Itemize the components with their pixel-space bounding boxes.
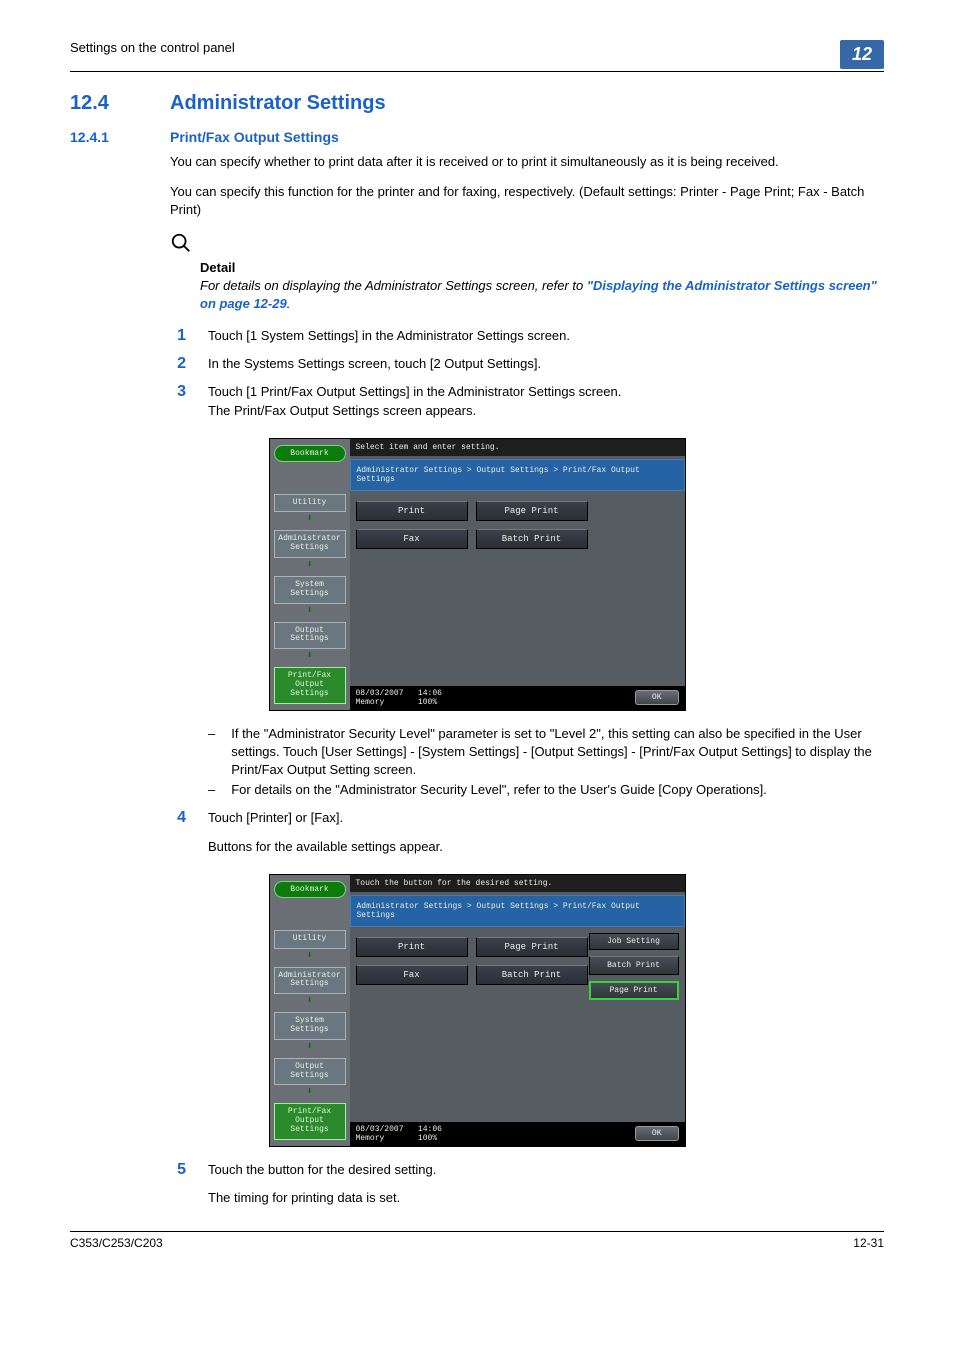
- step-text: In the Systems Settings screen, touch [2…: [208, 355, 884, 373]
- screenshot-panel-1: Bookmark Utility ⬇ Administrator Setting…: [269, 438, 686, 711]
- fax-value: Batch Print: [476, 529, 588, 549]
- step-number: 5: [170, 1161, 186, 1179]
- arrow-down-icon: ⬇: [274, 995, 346, 1007]
- print-value: Page Print: [476, 501, 588, 521]
- header-section-path: Settings on the control panel: [70, 40, 235, 55]
- section-title: Administrator Settings: [170, 92, 386, 115]
- job-setting-header: Job Setting: [589, 933, 679, 950]
- nav-system-settings[interactable]: System Settings: [274, 1012, 346, 1040]
- print-button[interactable]: Print: [356, 937, 468, 957]
- nav-admin[interactable]: Administrator Settings: [274, 530, 346, 558]
- arrow-down-icon: ⬇: [274, 1041, 346, 1053]
- step-subtext: Buttons for the available settings appea…: [208, 838, 884, 856]
- step-text: Touch [Printer] or [Fax].: [208, 809, 884, 827]
- step-subtext: The timing for printing data is set.: [208, 1189, 884, 1207]
- batch-print-option[interactable]: Batch Print: [589, 956, 679, 975]
- detail-text: For details on displaying the Administra…: [200, 277, 884, 313]
- bookmark-button[interactable]: Bookmark: [274, 445, 346, 462]
- footer-page-number: 12-31: [853, 1236, 884, 1250]
- fax-value: Batch Print: [476, 965, 588, 985]
- nav-system-settings[interactable]: System Settings: [274, 576, 346, 604]
- screen-breadcrumb: Administrator Settings > Output Settings…: [350, 459, 685, 491]
- detail-heading: Detail: [200, 260, 884, 275]
- arrow-down-icon: ⬇: [274, 559, 346, 571]
- ok-button[interactable]: OK: [635, 1126, 679, 1141]
- step-text: Touch the button for the desired setting…: [208, 1161, 884, 1179]
- subsection-title: Print/Fax Output Settings: [170, 129, 339, 145]
- section-number: 12.4: [70, 92, 140, 115]
- arrow-down-icon: ⬇: [274, 1086, 346, 1098]
- nav-output-settings[interactable]: Output Settings: [274, 1058, 346, 1086]
- step-text: Touch [1 Print/Fax Output Settings] in t…: [208, 383, 884, 419]
- step-item: 2 In the Systems Settings screen, touch …: [170, 355, 884, 373]
- screen-breadcrumb: Administrator Settings > Output Settings…: [350, 895, 685, 927]
- arrow-down-icon: ⬇: [274, 650, 346, 662]
- step-text: Touch [1 System Settings] in the Adminis…: [208, 327, 884, 345]
- step-item: 1 Touch [1 System Settings] in the Admin…: [170, 327, 884, 345]
- print-button[interactable]: Print: [356, 501, 468, 521]
- nav-output-settings[interactable]: Output Settings: [274, 622, 346, 650]
- step-item: 4 Touch [Printer] or [Fax].: [170, 809, 884, 827]
- step-item: 3 Touch [1 Print/Fax Output Settings] in…: [170, 383, 884, 419]
- footer-meta: 08/03/2007 14:06 Memory 100%: [356, 689, 442, 707]
- step-number: 3: [170, 383, 186, 401]
- nav-utility[interactable]: Utility: [274, 494, 346, 513]
- step-number: 2: [170, 355, 186, 373]
- nav-admin[interactable]: Administrator Settings: [274, 967, 346, 995]
- subsection-number: 12.4.1: [70, 129, 140, 145]
- arrow-down-icon: ⬇: [274, 950, 346, 962]
- section-heading: 12.4 Administrator Settings: [70, 92, 884, 115]
- body-paragraph: You can specify whether to print data af…: [170, 153, 884, 171]
- ok-button[interactable]: OK: [635, 690, 679, 705]
- subsection-heading: 12.4.1 Print/Fax Output Settings: [70, 129, 884, 145]
- step-number: 1: [170, 327, 186, 345]
- fax-button[interactable]: Fax: [356, 529, 468, 549]
- screen-prompt: Select item and enter setting.: [350, 439, 685, 456]
- nav-utility[interactable]: Utility: [274, 930, 346, 949]
- bullet-item: – If the "Administrator Security Level" …: [208, 725, 884, 780]
- page-footer: C353/C253/C203 12-31: [70, 1231, 884, 1250]
- body-paragraph: You can specify this function for the pr…: [170, 183, 884, 219]
- bookmark-button[interactable]: Bookmark: [274, 881, 346, 898]
- step-item: 5 Touch the button for the desired setti…: [170, 1161, 884, 1179]
- page-print-option[interactable]: Page Print: [589, 981, 679, 1000]
- nav-print-fax-output[interactable]: Print/Fax Output Settings: [274, 1103, 346, 1139]
- bullet-text: For details on the "Administrator Securi…: [231, 781, 767, 799]
- nav-print-fax-output[interactable]: Print/Fax Output Settings: [274, 667, 346, 703]
- arrow-down-icon: ⬇: [274, 605, 346, 617]
- magnifier-icon: [170, 232, 884, 260]
- bullet-text: If the "Administrator Security Level" pa…: [231, 725, 884, 780]
- print-value: Page Print: [476, 937, 588, 957]
- footer-model: C353/C253/C203: [70, 1236, 163, 1250]
- screenshot-panel-2: Bookmark Utility ⬇ Administrator Setting…: [269, 874, 686, 1147]
- arrow-down-icon: ⬇: [274, 513, 346, 525]
- footer-meta: 08/03/2007 14:06 Memory 100%: [356, 1125, 442, 1143]
- bullet-item: – For details on the "Administrator Secu…: [208, 781, 884, 799]
- screen-prompt: Touch the button for the desired setting…: [350, 875, 685, 892]
- step-number: 4: [170, 809, 186, 827]
- chapter-number-box: 12: [840, 40, 884, 69]
- page-header: Settings on the control panel 12: [70, 40, 884, 72]
- fax-button[interactable]: Fax: [356, 965, 468, 985]
